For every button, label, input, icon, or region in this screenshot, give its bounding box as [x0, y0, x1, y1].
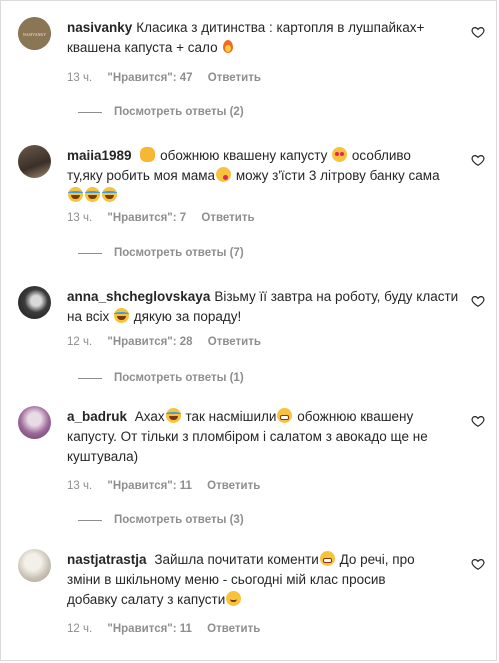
likes-count[interactable]: "Нравится": 11	[107, 480, 192, 492]
divider	[78, 519, 102, 521]
grinning-emoji-icon	[277, 408, 293, 423]
likes-count[interactable]: "Нравится": 47	[107, 72, 192, 84]
fire-emoji-icon	[222, 39, 234, 54]
comment-meta: 12 ч. "Нравится": 11 Ответить	[67, 623, 272, 635]
like-heart-icon[interactable]	[471, 557, 485, 571]
laughing-emoji-icon	[102, 187, 117, 202]
clap-emoji-icon	[140, 147, 156, 162]
reply-button[interactable]: Ответить	[201, 212, 254, 224]
likes-count[interactable]: "Нравится": 28	[107, 336, 192, 348]
reply-button[interactable]: Ответить	[208, 72, 261, 84]
likes-count[interactable]: "Нравится": 7	[107, 212, 186, 224]
laughing-emoji-icon	[85, 187, 100, 202]
comment-text: maiia1989 обожнюю квашену капусту особли…	[67, 146, 467, 206]
reply-button[interactable]: Ответить	[207, 480, 260, 492]
reply-button[interactable]: Ответить	[208, 336, 261, 348]
avatar[interactable]	[18, 406, 51, 439]
divider	[78, 111, 102, 113]
laughing-emoji-icon	[114, 308, 129, 323]
avatar-logo: NASIVANKY	[18, 17, 51, 50]
comment-meta: 12 ч. "Нравится": 28 Ответить	[67, 336, 273, 348]
comment-text: nastjatrastja Зайшла почитати коменти До…	[67, 551, 415, 607]
svg-text:NASIVANKY: NASIVANKY	[23, 32, 46, 37]
view-replies-button[interactable]: Посмотреть ответы (2)	[78, 106, 244, 118]
like-heart-icon[interactable]	[471, 153, 485, 167]
avatar[interactable]	[18, 549, 51, 582]
like-heart-icon[interactable]	[471, 25, 485, 39]
timestamp: 13 ч.	[67, 72, 93, 84]
like-heart-icon[interactable]	[471, 294, 485, 308]
comment-text: nasivanky Класика з дитинства : картопля …	[67, 20, 425, 55]
username[interactable]: nasivanky	[67, 20, 132, 35]
divider	[78, 252, 102, 254]
avatar[interactable]	[18, 145, 51, 178]
username[interactable]: maiia1989	[67, 148, 132, 163]
comment-meta: 13 ч. "Нравится": 47 Ответить	[67, 72, 273, 84]
avatar[interactable]	[18, 286, 51, 319]
comment-text: a_badruk Ахах так насмішили обожнюю кваш…	[67, 408, 428, 464]
avatar[interactable]: NASIVANKY	[18, 17, 51, 50]
smiling-emoji-icon	[226, 591, 242, 606]
divider	[78, 377, 102, 379]
comment-meta: 13 ч. "Нравится": 7 Ответить	[67, 212, 267, 224]
timestamp: 12 ч.	[67, 623, 93, 635]
view-replies-button[interactable]: Посмотреть ответы (3)	[78, 514, 244, 526]
comment-text: anna_shcheglovskaya Візьму її завтра на р…	[67, 289, 459, 324]
heart-eyes-emoji-icon	[332, 147, 348, 162]
timestamp: 12 ч.	[67, 336, 93, 348]
view-replies-button[interactable]: Посмотреть ответы (7)	[78, 247, 244, 259]
reply-button[interactable]: Ответить	[207, 623, 260, 635]
like-heart-icon[interactable]	[471, 414, 485, 428]
username[interactable]: nastjatrastja	[67, 552, 147, 567]
view-replies-button[interactable]: Посмотреть ответы (1)	[78, 372, 244, 384]
yum-emoji-icon	[216, 167, 232, 182]
likes-count[interactable]: "Нравится": 11	[107, 623, 192, 635]
username[interactable]: anna_shcheglovskaya	[67, 289, 210, 304]
username[interactable]: a_badruk	[67, 409, 127, 424]
laughing-emoji-icon	[68, 187, 83, 202]
grinning-emoji-icon	[319, 551, 335, 566]
comment-meta: 13 ч. "Нравится": 11 Ответить	[67, 480, 272, 492]
timestamp: 13 ч.	[67, 212, 93, 224]
laughing-emoji-icon	[165, 408, 181, 423]
timestamp: 13 ч.	[67, 480, 93, 492]
